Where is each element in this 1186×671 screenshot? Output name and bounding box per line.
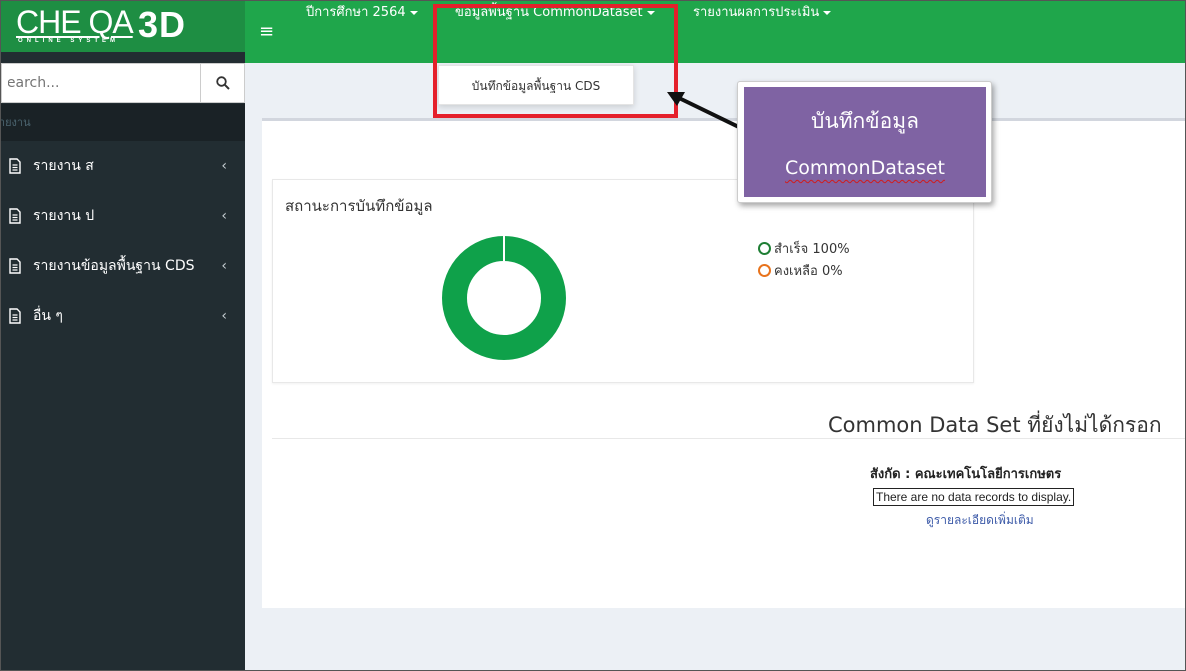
logo-text: CHE QA <box>16 4 134 40</box>
legend-item-remaining: คงเหลือ 0% <box>758 260 843 281</box>
document-icon <box>9 158 21 174</box>
more-details-link[interactable]: ดูรายละเอียดเพิ่มเติม <box>926 511 1034 530</box>
top-navbar: ≡ ปีการศึกษา 2564 ข้อมูลพื้นฐาน CommonDa… <box>245 1 1185 63</box>
sidebar: CHE QA 3D ONLINE SYSTEM รายงาน รายงาน ส … <box>1 1 245 670</box>
nav-academic-year[interactable]: ปีการศึกษา 2564 <box>306 1 418 63</box>
legend-ring-success <box>758 242 771 255</box>
sidebar-item-label: รายงานข้อมูลพื้นฐาน CDS <box>33 258 195 274</box>
caret-down-icon <box>646 10 655 15</box>
chevron-left-icon: ‹ <box>221 258 227 274</box>
nav-academic-year-label: ปีการศึกษา 2564 <box>306 5 406 20</box>
sidebar-item-report-s[interactable]: รายงาน ส ‹ <box>1 141 245 191</box>
affiliation-label: สังกัด : คณะเทคโนโลยีการเกษตร <box>870 467 1062 482</box>
donut-slice-0 <box>442 236 566 360</box>
sidebar-item-label: รายงาน ส <box>33 158 94 174</box>
divider <box>272 438 1185 439</box>
search-button[interactable] <box>201 63 245 103</box>
document-icon <box>9 308 21 324</box>
status-panel: สถานะการบันทึกข้อมูล สำเร็จ 100% คงเหลือ… <box>272 179 974 383</box>
logo-3d: 3D <box>138 4 187 45</box>
legend-label-success: สำเร็จ 100% <box>774 242 850 257</box>
status-title: สถานะการบันทึกข้อมูล <box>285 197 433 215</box>
search-input[interactable] <box>1 63 201 103</box>
nav-assessment-report-label: รายงานผลการประเมิน <box>693 5 820 20</box>
status-donut-chart <box>442 236 566 360</box>
sidebar-item-report-cds[interactable]: รายงานข้อมูลพื้นฐาน CDS ‹ <box>1 241 245 291</box>
callout-panel: บันทึกข้อมูล CommonDataset <box>744 87 986 197</box>
callout-line1: บันทึกข้อมูล <box>811 109 919 133</box>
chevron-left-icon: ‹ <box>221 308 227 324</box>
logo-area[interactable]: CHE QA 3D ONLINE SYSTEM <box>1 1 245 52</box>
legend-label-remaining: คงเหลือ 0% <box>774 264 843 279</box>
logo: CHE QA 3D ONLINE SYSTEM <box>16 4 218 48</box>
nav-assessment-report[interactable]: รายงานผลการประเมิน <box>693 1 832 63</box>
search-icon <box>215 76 230 90</box>
annotation-callout: บันทึกข้อมูล CommonDataset <box>737 81 992 203</box>
document-icon <box>9 258 21 274</box>
nav-common-dataset[interactable]: ข้อมูลพื้นฐาน CommonDataset <box>455 1 655 63</box>
document-icon <box>9 208 21 224</box>
caret-down-icon <box>823 10 832 15</box>
menu-toggle-icon[interactable]: ≡ <box>259 1 274 63</box>
dropdown-item-record-cds[interactable]: บันทึกข้อมูลพื้นฐาน CDS <box>438 65 634 105</box>
sidebar-item-report-p[interactable]: รายงาน ป ‹ <box>1 191 245 241</box>
logo-subtitle: ONLINE SYSTEM <box>18 38 120 44</box>
legend-item-success: สำเร็จ 100% <box>758 238 850 259</box>
chevron-left-icon: ‹ <box>221 158 227 174</box>
chevron-left-icon: ‹ <box>221 208 227 224</box>
caret-down-icon <box>409 10 418 15</box>
sidebar-item-label: อื่น ๆ <box>33 308 63 324</box>
app-window: CHE QA 3D ONLINE SYSTEM รายงาน รายงาน ส … <box>0 0 1186 671</box>
sidebar-header: รายงาน <box>1 104 245 141</box>
sidebar-item-label: รายงาน ป <box>33 208 95 224</box>
legend-ring-remaining <box>758 264 771 277</box>
callout-line2: CommonDataset <box>785 157 945 179</box>
sidebar-item-other[interactable]: อื่น ๆ ‹ <box>1 291 245 341</box>
nav-common-dataset-label: ข้อมูลพื้นฐาน CommonDataset <box>455 5 643 20</box>
no-records-message: There are no data records to display. <box>873 488 1075 506</box>
sidebar-search <box>1 63 245 103</box>
